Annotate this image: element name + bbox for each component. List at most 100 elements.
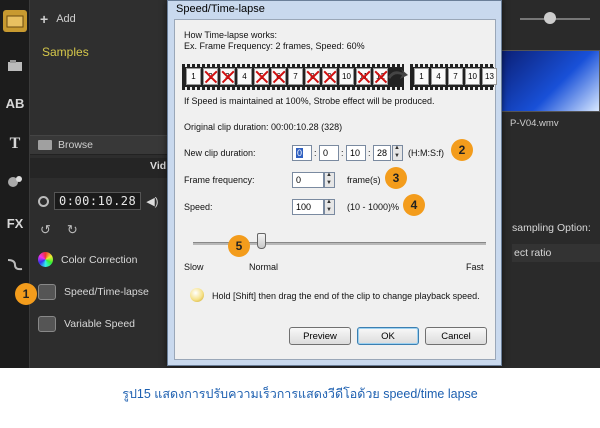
new-duration-label: New clip duration: — [184, 148, 256, 158]
title-ab-icon[interactable]: AB — [3, 92, 27, 114]
volume-icon[interactable]: ◀) — [146, 195, 158, 208]
filmstrip-before: 1 2 3 4 5 6 7 8 9 10 11 12 — [182, 64, 404, 90]
speed-timelapse-item[interactable]: Speed/Time-lapse — [38, 284, 149, 300]
callout-3: 3 — [385, 167, 407, 189]
text-t-icon[interactable]: T — [3, 133, 27, 155]
duration-format: (H:M:S:f) — [408, 148, 444, 158]
frame-before: 8 — [305, 68, 320, 85]
frame-before: 1 — [186, 68, 201, 85]
frame-before: 6 — [271, 68, 286, 85]
speed-input[interactable]: 100 — [292, 199, 324, 215]
colon-3: : — [368, 148, 371, 158]
clip-thumbnail[interactable] — [490, 50, 600, 112]
rotate-controls: ↺ ↻ — [40, 222, 78, 238]
example-text: Ex. Frame Frequency: 2 frames, Speed: 60… — [184, 41, 365, 51]
duration-hours-value: 0 — [296, 148, 304, 158]
clock-icon — [38, 195, 49, 207]
speed-timelapse-label: Speed/Time-lapse — [64, 286, 149, 298]
instant-project-icon[interactable] — [3, 55, 27, 77]
frame-before: 7 — [288, 68, 303, 85]
frame-before: 10 — [339, 68, 354, 85]
video-tab[interactable]: Vid — [150, 160, 166, 172]
color-wheel-icon — [38, 252, 53, 267]
rotate-left-icon[interactable]: ↺ — [40, 222, 51, 238]
frame-after: 10 — [465, 68, 480, 85]
frame-before: 2 — [203, 68, 218, 85]
variable-speed-label: Variable Speed — [64, 318, 136, 330]
transition-icon[interactable] — [3, 170, 27, 192]
path-icon[interactable] — [3, 253, 27, 275]
frame-before: 11 — [356, 68, 371, 85]
original-duration: Original clip duration: 00:00:10.28 (328… — [184, 122, 343, 132]
speed-slider-thumb[interactable] — [257, 233, 266, 249]
dialog-title: Speed/Time-lapse — [176, 3, 265, 15]
preview-button[interactable]: Preview — [289, 327, 351, 345]
frames-after: 1 4 7 10 13 — [414, 68, 497, 85]
speed-spinner[interactable] — [324, 199, 335, 215]
shift-hint: Hold [Shift] then drag the end of the cl… — [212, 291, 480, 301]
samples-folder[interactable]: Samples — [42, 45, 89, 59]
rotate-right-icon[interactable]: ↻ — [67, 222, 78, 238]
frame-frequency-label: Frame frequency: — [184, 175, 255, 185]
cancel-button[interactable]: Cancel — [425, 327, 487, 345]
slider-slow-label: Slow — [184, 262, 204, 272]
color-correction-label: Color Correction — [61, 253, 138, 266]
zoom-slider-knob[interactable] — [544, 12, 556, 24]
frame-unit: frame(s) — [347, 175, 381, 185]
frame-after: 13 — [482, 68, 497, 85]
slider-fast-label: Fast — [466, 262, 484, 272]
duration-spinner[interactable] — [392, 145, 403, 161]
frame-before: 9 — [322, 68, 337, 85]
frame-frequency-spinner[interactable] — [324, 172, 335, 188]
frame-after: 7 — [448, 68, 463, 85]
duration-frames-field[interactable]: 28 — [373, 145, 391, 161]
frame-before: 4 — [237, 68, 252, 85]
timecode-display[interactable]: 0:00:10.28 — [54, 192, 142, 210]
speed-range: (10 - 1000)% — [347, 202, 400, 212]
frame-after: 1 — [414, 68, 429, 85]
plus-icon: + — [40, 11, 49, 27]
add-button[interactable]: + Add — [40, 11, 76, 27]
filmstrip-after: 1 4 7 10 13 — [410, 64, 497, 90]
browse-button[interactable]: Browse — [30, 135, 170, 155]
options-bar — [30, 158, 170, 178]
duration-control[interactable]: 0:00:10.28 ◀) — [38, 192, 158, 210]
left-toolbar: AB T FX — [0, 0, 30, 368]
duration-seconds-field[interactable]: 10 — [346, 145, 366, 161]
frames-before: 1 2 3 4 5 6 7 8 9 10 11 12 — [186, 68, 388, 85]
browse-label: Browse — [58, 139, 94, 151]
speed-icon — [38, 284, 56, 300]
frame-before: 3 — [220, 68, 235, 85]
frame-frequency-input[interactable]: 0 — [292, 172, 324, 188]
lightbulb-icon — [190, 288, 204, 302]
frame-after: 4 — [431, 68, 446, 85]
arrow-right-icon — [388, 69, 408, 79]
slider-normal-label: Normal — [249, 262, 279, 272]
callout-5: 5 — [228, 235, 250, 257]
speed-label: Speed: — [184, 202, 213, 212]
colon-1: : — [314, 148, 317, 158]
folder-icon — [38, 140, 52, 150]
color-correction-item[interactable]: Color Correction — [38, 252, 137, 267]
frame-before: 5 — [254, 68, 269, 85]
aspect-ratio-dropdown[interactable]: ect ratio — [512, 244, 600, 262]
media-icon[interactable] — [3, 10, 27, 32]
how-title: How Time-lapse works: — [184, 30, 278, 40]
screenshot-area: AB T FX + Add Samples Browse 0:00:10.28 … — [0, 0, 600, 368]
callout-1: 1 — [15, 283, 37, 305]
colon-2: : — [341, 148, 344, 158]
figure-caption: รูป15 แสดงการปรับความเร็วการแสดงวีดีโอด้… — [122, 387, 478, 401]
resampling-option-label: sampling Option: — [512, 222, 591, 234]
duration-minutes-field[interactable]: 0 — [319, 145, 339, 161]
callout-2: 2 — [451, 139, 473, 161]
strobe-note: If Speed is maintained at 100%, Strobe e… — [184, 96, 435, 106]
variable-speed-item[interactable]: Variable Speed — [38, 316, 135, 332]
fx-icon[interactable]: FX — [3, 212, 27, 234]
add-label: Add — [56, 13, 76, 25]
ok-button[interactable]: OK — [357, 327, 419, 345]
duration-hours-field[interactable]: 0 — [292, 145, 312, 161]
thumbnail-label: P-V04.wmv — [510, 118, 559, 129]
library-panel: + Add Samples Browse 0:00:10.28 ◀) ↺ ↻ C… — [30, 0, 170, 368]
variable-speed-icon — [38, 316, 56, 332]
callout-4: 4 — [403, 194, 425, 216]
